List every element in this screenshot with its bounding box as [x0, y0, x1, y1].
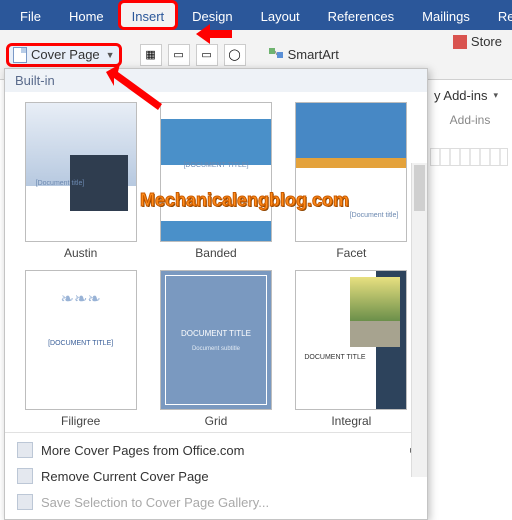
thumb-austin-title: [Document title] — [36, 180, 85, 188]
my-addins-label: y Add-ins — [434, 88, 487, 103]
gallery-item-integral[interactable]: DOCUMENT TITLE Integral — [290, 270, 413, 428]
tab-review[interactable]: Review — [484, 0, 512, 30]
thumb-facet-title: [Document title] — [350, 212, 399, 219]
gallery-grid: [Document title] Austin [DOCUMENT TITLE]… — [5, 92, 427, 432]
gallery-item-grid[interactable]: DOCUMENT TITLE Document subtitle Grid — [154, 270, 277, 428]
ornament-icon: ❧❧❧ — [26, 289, 136, 309]
smartart-label: SmartArt — [288, 47, 339, 62]
tab-layout[interactable]: Layout — [247, 0, 314, 30]
tab-home[interactable]: Home — [55, 0, 118, 30]
tab-design[interactable]: Design — [178, 0, 246, 30]
gallery-label: Facet — [290, 246, 413, 260]
save-to-gallery-button: Save Selection to Cover Page Gallery... — [5, 489, 427, 515]
more-cover-pages-link[interactable]: More Cover Pages from Office.com ▸ — [5, 437, 427, 463]
tab-file[interactable]: File — [6, 0, 55, 30]
ruler — [430, 148, 508, 166]
gallery-item-banded[interactable]: [DOCUMENT TITLE] Banded — [154, 102, 277, 260]
thumb-banded: [DOCUMENT TITLE] — [160, 102, 272, 242]
gallery-item-austin[interactable]: [Document title] Austin — [19, 102, 142, 260]
smartart-button[interactable]: SmartArt — [268, 47, 339, 63]
gallery-section-header: Built-in — [5, 69, 427, 92]
store-label: Store — [471, 34, 502, 49]
gallery-label: Integral — [290, 414, 413, 428]
cover-page-gallery: Built-in [Document title] Austin [DOCUME… — [4, 68, 428, 520]
gallery-scrollbar[interactable] — [411, 163, 427, 477]
remove-cover-page-label: Remove Current Cover Page — [41, 469, 209, 484]
gallery-label: Banded — [154, 246, 277, 260]
table-pictures-group: ▦ ▭ ▭ ◯ — [140, 44, 246, 66]
table-icon[interactable]: ▦ — [140, 44, 162, 66]
tab-insert[interactable]: Insert — [118, 0, 179, 30]
thumb-integral: DOCUMENT TITLE — [295, 270, 407, 410]
thumb-integral-title: DOCUMENT TITLE — [304, 354, 365, 361]
remove-cover-page-button[interactable]: Remove Current Cover Page — [5, 463, 427, 489]
thumb-filigree: ❧❧❧ [DOCUMENT TITLE] — [25, 270, 137, 410]
gallery-footer: More Cover Pages from Office.com ▸ Remov… — [5, 432, 427, 519]
more-cover-pages-label: More Cover Pages from Office.com — [41, 443, 245, 458]
scrollbar-thumb[interactable] — [414, 165, 425, 211]
gallery-item-facet[interactable]: [Document title] Facet — [290, 102, 413, 260]
store-button[interactable]: Store — [453, 34, 502, 49]
gallery-item-filigree[interactable]: ❧❧❧ [DOCUMENT TITLE] Filigree — [19, 270, 142, 428]
thumb-filigree-title: [DOCUMENT TITLE] — [26, 340, 136, 347]
web-page-icon — [17, 442, 33, 458]
tab-references[interactable]: References — [314, 0, 408, 30]
gallery-label: Grid — [154, 414, 277, 428]
cover-page-label: Cover Page — [31, 47, 100, 62]
cover-page-button[interactable]: Cover Page ▼ — [6, 43, 122, 67]
gallery-label: Austin — [19, 246, 142, 260]
addins-group: y Add-ins ▾ Add-ins — [428, 80, 512, 145]
cover-page-icon — [13, 47, 27, 63]
thumb-austin: [Document title] — [25, 102, 137, 242]
thumb-facet: [Document title] — [295, 102, 407, 242]
ribbon-tabs: File Home Insert Design Layout Reference… — [0, 0, 512, 30]
thumb-grid-subtitle: Document subtitle — [161, 346, 271, 352]
thumb-grid: DOCUMENT TITLE Document subtitle — [160, 270, 272, 410]
addins-group-label: Add-ins — [434, 113, 506, 127]
gallery-label: Filigree — [19, 414, 142, 428]
chevron-down-icon: ▼ — [106, 50, 115, 60]
shapes-icon[interactable]: ◯ — [224, 44, 246, 66]
remove-page-icon — [17, 468, 33, 484]
thumb-banded-title: [DOCUMENT TITLE] — [161, 162, 271, 169]
store-icon — [453, 35, 467, 49]
online-pictures-icon[interactable]: ▭ — [196, 44, 218, 66]
chevron-down-icon: ▾ — [493, 90, 498, 101]
tab-mailings[interactable]: Mailings — [408, 0, 484, 30]
save-to-gallery-label: Save Selection to Cover Page Gallery... — [41, 495, 269, 510]
pictures-icon[interactable]: ▭ — [168, 44, 190, 66]
smartart-icon — [268, 47, 284, 63]
save-gallery-icon — [17, 494, 33, 510]
thumb-grid-title: DOCUMENT TITLE — [161, 329, 271, 338]
my-addins-button[interactable]: y Add-ins ▾ — [434, 88, 506, 103]
